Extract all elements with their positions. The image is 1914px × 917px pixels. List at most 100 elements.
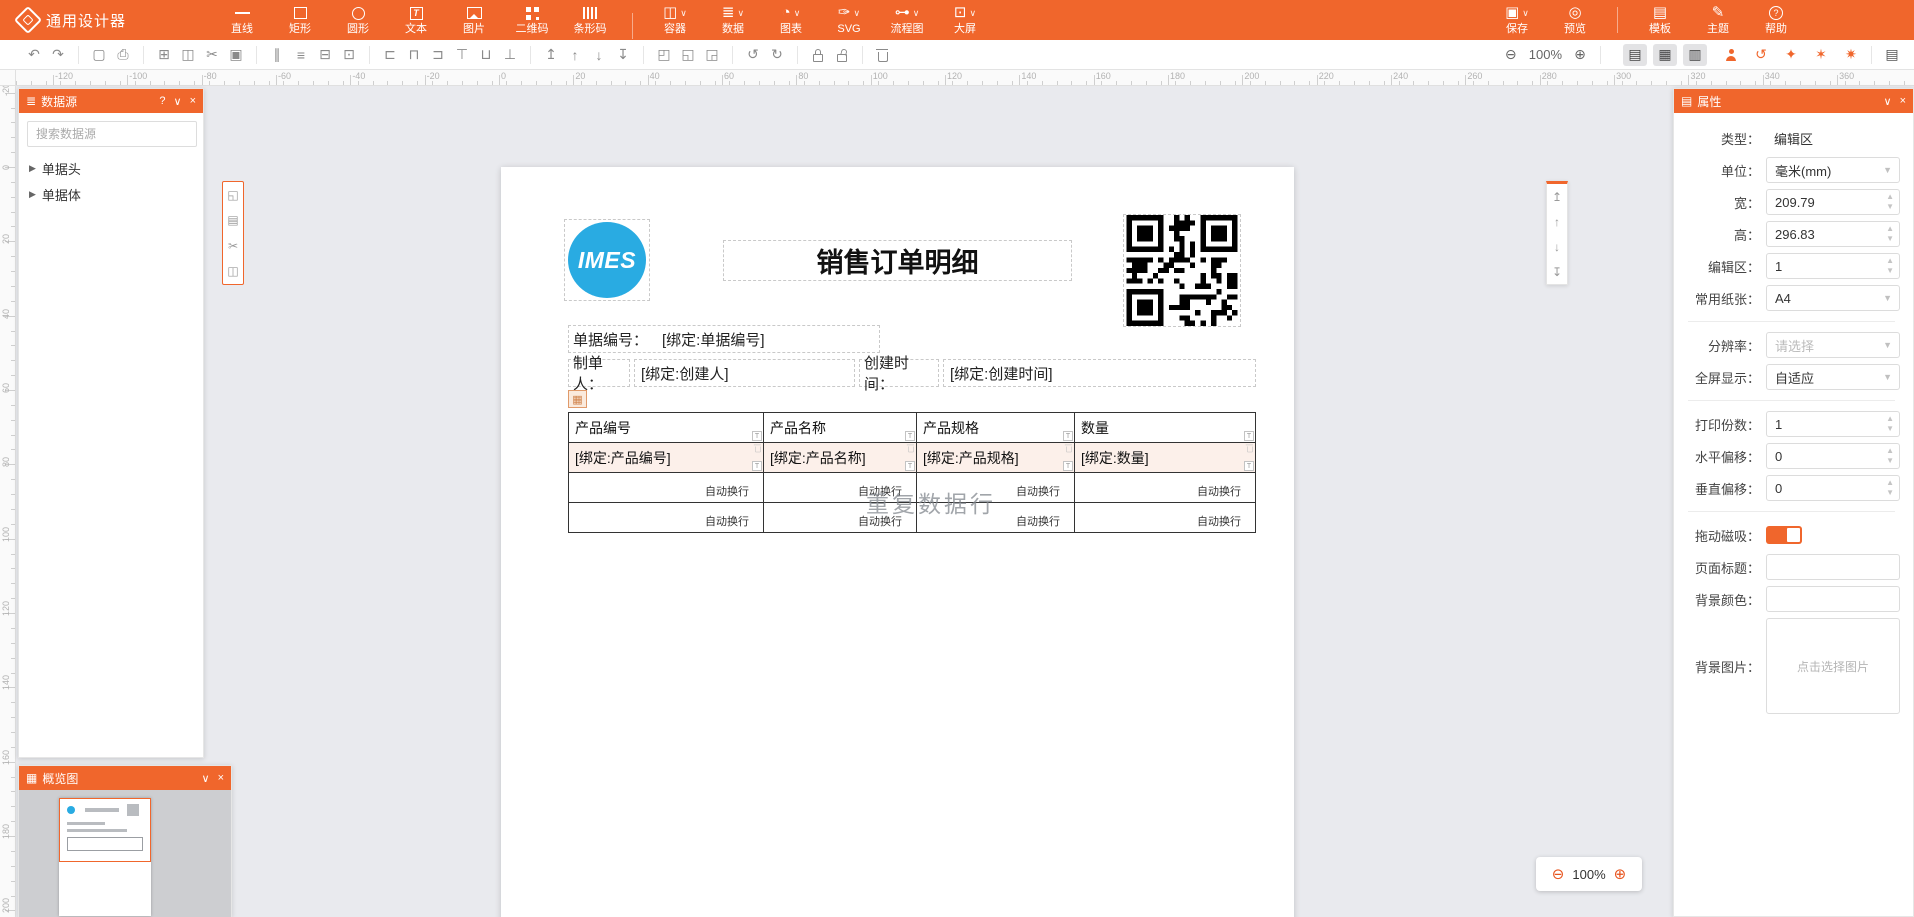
expand-arrow-icon[interactable]: ▶ xyxy=(29,163,36,174)
field-doc-no[interactable]: 单据编号： [绑定:单据编号] xyxy=(568,325,880,353)
move-up-button[interactable]: ↑ xyxy=(1554,215,1560,229)
move-to-top-button[interactable]: ↥ xyxy=(1552,190,1562,204)
bring-to-front-button[interactable]: ↥ xyxy=(539,44,563,66)
undo-button[interactable]: ↶ xyxy=(22,44,46,66)
clone-button[interactable]: ⊞ xyxy=(152,44,176,66)
collapse-icon[interactable]: ∨ xyxy=(174,95,182,108)
background-image-picker[interactable]: 点击选择图片 xyxy=(1766,618,1900,714)
center-horizontal-button[interactable]: ⊟ xyxy=(313,44,337,66)
repeat-cell[interactable]: 自动换行 xyxy=(1075,503,1256,533)
print-copies-input[interactable]: 1▲▼ xyxy=(1766,411,1900,437)
repeat-cell[interactable]: 自动换行 xyxy=(1075,473,1256,503)
binding-cell[interactable]: [绑定:产品名称]T xyxy=(764,443,917,473)
tool-line[interactable]: 直线 xyxy=(216,1,268,39)
repeat-cell[interactable]: 自动换行 xyxy=(917,473,1075,503)
stepper-icons[interactable]: ▲▼ xyxy=(1886,478,1894,498)
new-page-button[interactable]: ▢ xyxy=(87,44,111,66)
paper-select[interactable]: A4▼ xyxy=(1766,285,1900,311)
collapse-icon[interactable]: ∨ xyxy=(202,772,210,785)
collapse-icon[interactable]: ∨ xyxy=(1884,95,1892,108)
expand-arrow-icon[interactable]: ▶ xyxy=(29,189,36,200)
text-tool-badge[interactable]: T xyxy=(1063,461,1073,471)
send-to-back-button[interactable]: ↧ xyxy=(611,44,635,66)
magic-wand-button[interactable]: ✦ xyxy=(1779,44,1803,66)
header-cell[interactable]: 产品编号T xyxy=(569,413,764,443)
tool-data[interactable]: ≣∨数据 xyxy=(707,1,759,39)
drag-snap-toggle[interactable] xyxy=(1766,526,1802,544)
align-bottom-button[interactable]: ⊥ xyxy=(498,44,522,66)
zoom-in-button[interactable]: ⊕ xyxy=(1568,44,1592,66)
repeat-cell[interactable]: 自动换行 xyxy=(917,503,1075,533)
stepper-icons[interactable]: ▲▼ xyxy=(1886,446,1894,466)
text-tool-badge[interactable]: T xyxy=(1244,461,1254,471)
text-tool-badge[interactable]: T xyxy=(1244,431,1254,441)
report-title-element[interactable]: 销售订单明细 xyxy=(723,240,1072,281)
height-input[interactable]: 296.83▲▼ xyxy=(1766,221,1900,247)
horizontal-offset-input[interactable]: 0▲▼ xyxy=(1766,443,1900,469)
text-tool-badge[interactable]: T xyxy=(752,461,762,471)
tree-item-doc-header[interactable]: ▶ 单据头 xyxy=(19,155,203,181)
header-cell[interactable]: 产品名称T xyxy=(764,413,917,443)
user-button[interactable] xyxy=(1719,44,1743,66)
background-color-input[interactable] xyxy=(1766,586,1900,612)
rotate-left-button[interactable]: ↺ xyxy=(741,44,765,66)
zoom-out-button[interactable]: ⊖ xyxy=(1499,44,1523,66)
bring-forward-button[interactable]: ↑ xyxy=(563,44,587,66)
edit-area-input[interactable]: 1▲▼ xyxy=(1766,253,1900,279)
header-cell[interactable]: 产品规格T xyxy=(917,413,1075,443)
cut-button[interactable]: ✂ xyxy=(200,44,224,66)
move-to-bottom-button[interactable]: ↧ xyxy=(1552,265,1562,279)
repeat-cell[interactable]: 自动换行 xyxy=(569,473,764,503)
layers-panel-button[interactable]: ▤ xyxy=(1880,44,1904,66)
distribute-horizontal-button[interactable]: ∥ xyxy=(265,44,289,66)
text-tool-badge[interactable]: T xyxy=(905,431,915,441)
stepper-icons[interactable]: ▲▼ xyxy=(1886,414,1894,434)
tool-container[interactable]: ◫∨容器 xyxy=(649,1,701,39)
binding-cell[interactable]: [绑定:产品规格]T xyxy=(917,443,1075,473)
unlock-button[interactable] xyxy=(830,44,854,66)
align-left-button[interactable]: ⊏ xyxy=(378,44,402,66)
stepper-icons[interactable]: ▲▼ xyxy=(1886,224,1894,244)
help-button[interactable]: ?帮助 xyxy=(1750,1,1802,39)
send-backward-button[interactable]: ↓ xyxy=(587,44,611,66)
template-button[interactable]: ▤模板 xyxy=(1634,1,1686,39)
resolution-select[interactable]: 请选择▼ xyxy=(1766,332,1900,358)
tool-text[interactable]: T文本 xyxy=(390,1,442,39)
tool-flowchart[interactable]: ⊶∨流程图 xyxy=(881,1,933,39)
tool-svg[interactable]: ✑∨SVG xyxy=(823,1,875,39)
preview-button[interactable]: ◎预览 xyxy=(1549,1,1601,39)
tool-chart[interactable]: ◔∨图表 xyxy=(765,1,817,39)
tool-rectangle[interactable]: 矩形 xyxy=(274,1,326,39)
binding-cell[interactable]: [绑定:产品编号]T xyxy=(569,443,764,473)
repeat-cell[interactable]: 自动换行 xyxy=(764,473,917,503)
delete-binding-icon[interactable] xyxy=(1066,444,1072,454)
center-vertical-button[interactable]: ⊡ xyxy=(337,44,361,66)
close-icon[interactable]: × xyxy=(190,95,196,108)
repeat-cell[interactable]: 自动换行 xyxy=(569,503,764,533)
tool-qrcode[interactable]: 二维码 xyxy=(506,1,558,39)
close-icon[interactable]: × xyxy=(1900,95,1906,108)
stepper-icons[interactable]: ▲▼ xyxy=(1886,256,1894,276)
fullscreen-select[interactable]: 自适应▼ xyxy=(1766,364,1900,390)
tree-item-doc-body[interactable]: ▶ 单据体 xyxy=(19,181,203,207)
copy-button[interactable]: ◫ xyxy=(176,44,200,66)
help-icon[interactable]: ? xyxy=(159,95,165,108)
band-paste-button[interactable]: ◫ xyxy=(227,264,238,278)
field-create-time-label[interactable]: 创建时间： xyxy=(859,359,939,387)
toggle-overview-panel-button[interactable]: ▦ xyxy=(1653,44,1677,66)
page-title-input[interactable] xyxy=(1766,554,1900,580)
save-button[interactable]: ▣∨保存 xyxy=(1491,1,1543,39)
ungroup-button[interactable]: ◱ xyxy=(676,44,700,66)
tool-bigscreen[interactable]: ⊡∨大屏 xyxy=(939,1,991,39)
overview-body[interactable] xyxy=(19,790,231,917)
align-middle-button[interactable]: ⊔ xyxy=(474,44,498,66)
table-settings-handle[interactable]: ▦ xyxy=(568,390,587,408)
tool-image[interactable]: 图片 xyxy=(448,1,500,39)
zoom-in-icon[interactable]: ⊕ xyxy=(1614,865,1627,883)
tool-circle[interactable]: 圆形 xyxy=(332,1,384,39)
rotate-right-button[interactable]: ↻ xyxy=(765,44,789,66)
qr-code-element[interactable] xyxy=(1123,214,1241,327)
delete-binding-icon[interactable] xyxy=(1247,444,1253,454)
header-cell[interactable]: 数量T xyxy=(1075,413,1256,443)
debug-button[interactable]: ✶ xyxy=(1809,44,1833,66)
